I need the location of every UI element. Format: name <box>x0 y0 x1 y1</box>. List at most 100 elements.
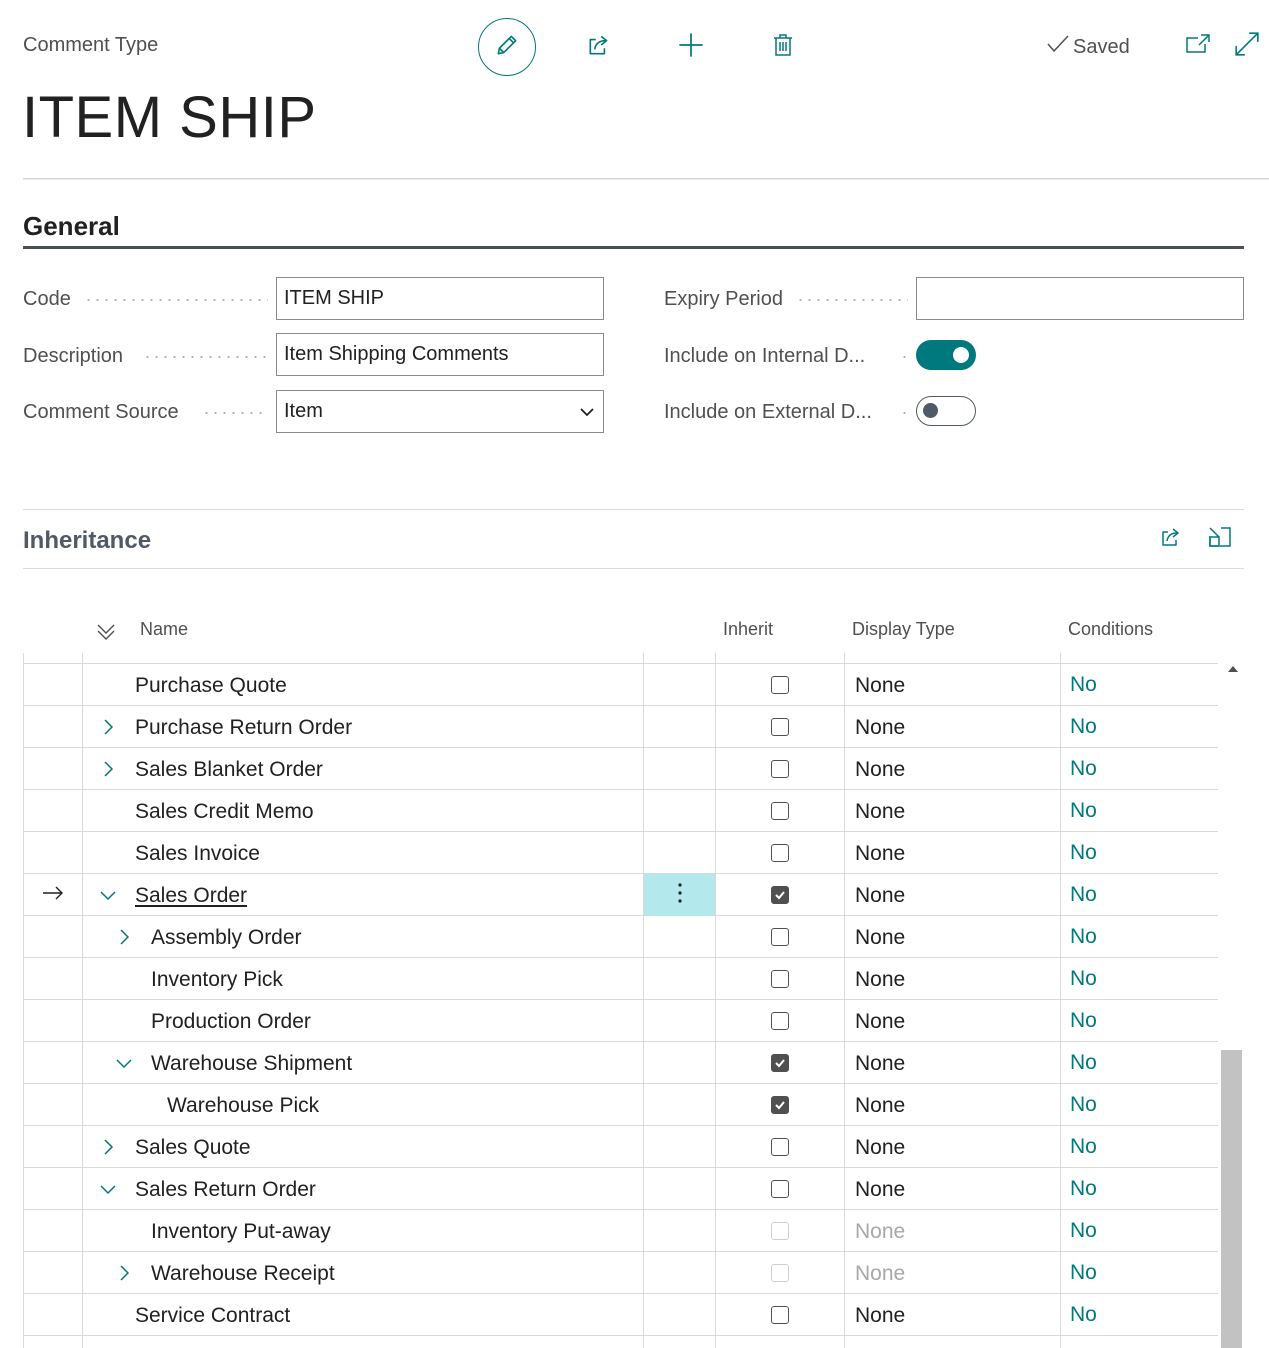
display-type-cell[interactable]: None <box>845 916 1061 958</box>
table-row[interactable]: Sales Invoice None No <box>23 832 1218 874</box>
conditions-link[interactable]: No <box>1061 706 1218 748</box>
collapse-all-button[interactable] <box>96 622 116 647</box>
column-header-name[interactable]: Name <box>140 619 188 640</box>
row-menu-cell[interactable] <box>644 1126 716 1168</box>
row-selector[interactable] <box>24 916 83 958</box>
inherit-checkbox[interactable] <box>771 760 789 778</box>
row-menu-cell[interactable] <box>644 874 716 916</box>
display-type-cell[interactable]: None <box>845 1252 1061 1294</box>
inheritance-focus-mode-button[interactable] <box>1206 525 1234 553</box>
inheritance-grid[interactable]: Purchase OrderNonePurchase QuoteNoneNoPu… <box>23 653 1218 1348</box>
row-selector[interactable] <box>24 874 83 916</box>
conditions-link[interactable]: No <box>1061 1210 1218 1252</box>
conditions-link[interactable]: No <box>1061 1126 1218 1168</box>
edit-button[interactable] <box>478 18 536 76</box>
inheritance-section-heading[interactable]: Inheritance <box>23 527 151 555</box>
table-row[interactable]: Inventory Pick None No <box>23 958 1218 1000</box>
conditions-link[interactable]: No <box>1061 790 1218 832</box>
row-menu-cell[interactable] <box>644 664 716 706</box>
inherit-checkbox[interactable] <box>771 718 789 736</box>
table-row[interactable] <box>23 1336 1218 1348</box>
conditions-link[interactable]: No <box>1061 874 1218 916</box>
display-type-cell[interactable] <box>845 1336 1061 1348</box>
conditions-link[interactable]: No <box>1061 958 1218 1000</box>
display-type-cell[interactable]: None <box>845 958 1061 1000</box>
open-in-new-window-button[interactable] <box>1184 32 1212 60</box>
row-menu-cell[interactable] <box>644 1210 716 1252</box>
conditions-link[interactable]: No <box>1061 1000 1218 1042</box>
row-selector[interactable] <box>24 1210 83 1252</box>
row-menu-cell[interactable] <box>644 1294 716 1336</box>
conditions-link[interactable]: No <box>1061 748 1218 790</box>
table-row[interactable]: Assembly Order None No <box>23 916 1218 958</box>
table-row[interactable]: Warehouse Shipment None No <box>23 1042 1218 1084</box>
inherit-checkbox[interactable] <box>771 1306 789 1324</box>
row-name[interactable]: Sales Order <box>135 884 247 908</box>
row-menu-cell[interactable] <box>644 790 716 832</box>
comment-source-select[interactable]: Item <box>276 390 604 433</box>
table-row[interactable]: Service Contract None No <box>23 1294 1218 1336</box>
column-header-display-type[interactable]: Display Type <box>852 619 955 640</box>
inherit-checkbox[interactable] <box>771 970 789 988</box>
display-type-cell[interactable]: None <box>845 748 1061 790</box>
row-menu-cell[interactable] <box>644 958 716 1000</box>
inheritance-share-button[interactable] <box>1157 525 1185 553</box>
display-type-cell[interactable]: None <box>845 1042 1061 1084</box>
display-type-cell[interactable]: None <box>845 653 1061 664</box>
table-row[interactable]: Sales Quote None No <box>23 1126 1218 1168</box>
chevron-right-icon[interactable] <box>99 718 117 736</box>
scroll-up-arrow[interactable] <box>1227 661 1239 679</box>
include-external-toggle[interactable] <box>916 396 976 426</box>
conditions-link[interactable]: No <box>1061 1294 1218 1336</box>
row-selector[interactable] <box>24 1000 83 1042</box>
row-selector[interactable] <box>24 790 83 832</box>
new-button[interactable] <box>662 18 720 76</box>
chevron-right-icon[interactable] <box>115 928 133 946</box>
more-options-icon[interactable] <box>677 882 683 909</box>
row-selector[interactable] <box>24 1336 83 1348</box>
row-menu-cell[interactable] <box>644 1042 716 1084</box>
general-section-heading[interactable]: General <box>23 211 120 242</box>
display-type-cell[interactable]: None <box>845 832 1061 874</box>
inherit-checkbox[interactable] <box>771 676 789 694</box>
inherit-checkbox[interactable] <box>771 928 789 946</box>
column-header-inherit[interactable]: Inherit <box>723 619 773 640</box>
expand-button[interactable] <box>1233 31 1261 60</box>
conditions-link[interactable]: No <box>1061 916 1218 958</box>
row-menu-cell[interactable] <box>644 653 716 664</box>
inherit-checkbox[interactable] <box>771 1180 789 1198</box>
conditions-link[interactable]: No <box>1061 1042 1218 1084</box>
delete-button[interactable] <box>754 18 812 76</box>
chevron-right-icon[interactable] <box>115 1264 133 1282</box>
table-row[interactable]: Purchase Quote None No <box>23 664 1218 706</box>
chevron-down-icon[interactable] <box>115 1054 133 1072</box>
table-row[interactable]: Purchase Return Order None No <box>23 706 1218 748</box>
conditions-link[interactable]: No <box>1061 664 1218 706</box>
row-menu-cell[interactable] <box>644 916 716 958</box>
table-row[interactable]: Sales Credit Memo None No <box>23 790 1218 832</box>
inherit-checkbox[interactable] <box>771 1096 789 1114</box>
display-type-cell[interactable]: None <box>845 1294 1061 1336</box>
table-row[interactable]: Sales Blanket Order None No <box>23 748 1218 790</box>
row-selector[interactable] <box>24 1126 83 1168</box>
row-menu-cell[interactable] <box>644 748 716 790</box>
row-selector[interactable] <box>24 958 83 1000</box>
table-row[interactable]: Sales Order None No <box>23 874 1218 916</box>
table-row[interactable]: Purchase Order None <box>23 653 1218 664</box>
display-type-cell[interactable]: None <box>845 1168 1061 1210</box>
row-selector[interactable] <box>24 832 83 874</box>
display-type-cell[interactable]: None <box>845 1126 1061 1168</box>
description-field[interactable]: Item Shipping Comments <box>276 333 604 376</box>
chevron-down-icon[interactable] <box>99 1180 117 1198</box>
scrollbar-thumb[interactable] <box>1221 1050 1242 1348</box>
row-selector[interactable] <box>24 748 83 790</box>
row-menu-cell[interactable] <box>644 1252 716 1294</box>
display-type-cell[interactable]: None <box>845 706 1061 748</box>
conditions-link[interactable]: No <box>1061 1168 1218 1210</box>
row-menu-cell[interactable] <box>644 1336 716 1348</box>
table-row[interactable]: Sales Return Order None No <box>23 1168 1218 1210</box>
row-selector[interactable] <box>24 706 83 748</box>
row-selector[interactable] <box>24 653 83 664</box>
column-header-conditions[interactable]: Conditions <box>1068 619 1153 640</box>
row-menu-cell[interactable] <box>644 1000 716 1042</box>
